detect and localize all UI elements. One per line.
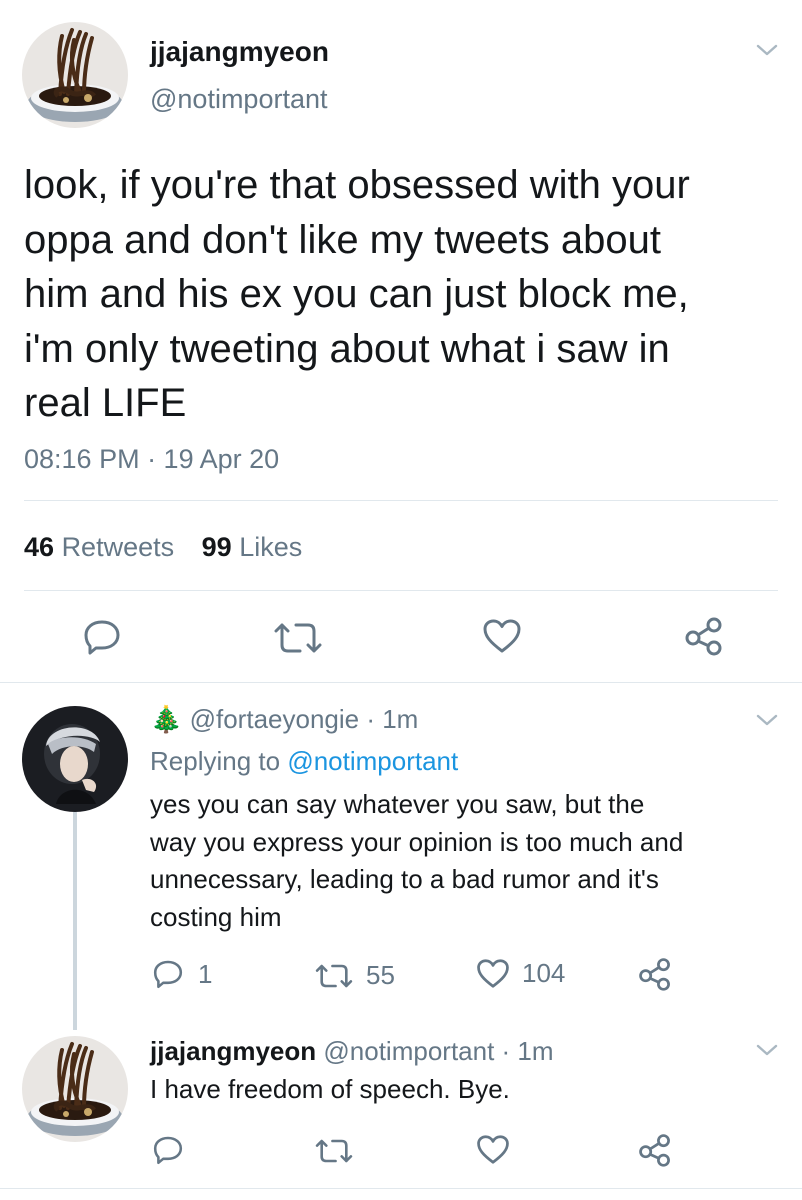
retweets-stat[interactable]: 46 Retweets — [24, 532, 182, 562]
reply-text: yes you can say whatever you saw, but th… — [150, 786, 683, 936]
like-button[interactable]: 104 — [476, 958, 565, 989]
person-avatar-image — [22, 706, 128, 812]
replying-to: Replying to @notimportant — [150, 746, 458, 777]
retweet-icon — [314, 1137, 354, 1165]
reply-icon — [152, 958, 184, 990]
reply-count: 1 — [198, 958, 213, 989]
reply-text-line: costing him — [150, 901, 282, 932]
likes-label: Likes — [239, 532, 303, 562]
like-icon — [476, 1134, 510, 1165]
like-icon — [482, 618, 522, 654]
reply-header: 🎄 @fortaeyongie · 1m — [150, 704, 418, 735]
replying-to-handle[interactable]: @notimportant — [287, 746, 458, 776]
tweet-timestamp[interactable]: 08:16 PM · 19 Apr 20 — [24, 444, 279, 475]
reply-icon — [82, 618, 122, 656]
engagement-stats: 46 Retweets 99 Likes — [24, 532, 302, 563]
reply-thread-line — [73, 812, 77, 1030]
retweet-count: 55 — [366, 960, 395, 990]
retweet-icon — [272, 621, 324, 655]
likes-count: 99 — [201, 532, 232, 562]
reply-handle[interactable]: @notimportant — [323, 1036, 494, 1066]
retweet-button[interactable] — [314, 1137, 354, 1165]
share-icon — [684, 616, 724, 656]
noodle-avatar-image — [22, 22, 128, 128]
share-button[interactable] — [684, 616, 724, 656]
likes-stat[interactable]: 99 Likes — [202, 532, 303, 562]
avatar[interactable] — [22, 1036, 128, 1142]
reply-icon — [152, 1134, 184, 1166]
author-handle[interactable]: @notimportant — [150, 84, 328, 115]
reply-button[interactable] — [152, 1134, 184, 1166]
reply-text-line: way you express your opinion is too much… — [150, 826, 684, 857]
divider — [24, 500, 778, 501]
reply-handle[interactable]: @fortaeyongie — [190, 704, 360, 734]
tweet-text-line: oppa and don't like my tweets about — [24, 217, 661, 262]
chevron-down-icon[interactable] — [755, 712, 779, 728]
avatar[interactable] — [22, 22, 128, 128]
share-button[interactable] — [638, 957, 672, 991]
retweets-count: 46 — [24, 532, 55, 562]
reply-text-line: unnecessary, leading to a bad rumor and … — [150, 864, 659, 894]
share-icon — [638, 1133, 672, 1167]
avatar[interactable] — [22, 706, 128, 812]
reply-author-name[interactable]: jjajangmyeon — [150, 1036, 316, 1066]
like-icon — [476, 958, 510, 989]
retweet-button[interactable]: 55 — [314, 960, 395, 991]
reply-time[interactable]: · 1m — [366, 704, 418, 734]
tweet-text-line: i'm only tweeting about what i saw in — [24, 326, 670, 371]
tweet-text-line: look, if you're that obsessed with your — [24, 163, 690, 207]
tweet-text: look, if you're that obsessed with your … — [24, 158, 690, 431]
christmas-tree-emoji: 🎄 — [150, 704, 183, 734]
like-count: 104 — [522, 958, 566, 988]
author-name[interactable]: jjajangmyeon — [150, 36, 329, 68]
reply-button[interactable] — [82, 618, 122, 656]
divider — [0, 682, 802, 683]
divider — [0, 1188, 802, 1189]
share-button[interactable] — [638, 1133, 672, 1167]
reply-time[interactable]: · 1m — [502, 1036, 554, 1066]
reply-button[interactable]: 1 — [152, 958, 212, 990]
replying-to-label: Replying to — [150, 746, 281, 776]
like-button[interactable] — [476, 1134, 510, 1165]
retweet-icon — [314, 962, 354, 990]
noodle-avatar-image — [22, 1036, 128, 1142]
reply-header: jjajangmyeon @notimportant · 1m — [150, 1036, 554, 1067]
share-icon — [638, 957, 672, 991]
tweet-text-line: him and his ex you can just block me, — [24, 272, 689, 316]
reply-text-line: yes you can say whatever you saw, but th… — [150, 789, 645, 819]
retweet-button[interactable] — [272, 621, 324, 655]
retweets-label: Retweets — [61, 532, 175, 562]
tweet-text-line: real LIFE — [24, 381, 187, 425]
chevron-down-icon[interactable] — [755, 42, 779, 58]
like-button[interactable] — [482, 618, 522, 654]
divider — [24, 590, 778, 591]
reply-text: I have freedom of speech. Bye. — [150, 1074, 510, 1104]
chevron-down-icon[interactable] — [755, 1042, 779, 1058]
